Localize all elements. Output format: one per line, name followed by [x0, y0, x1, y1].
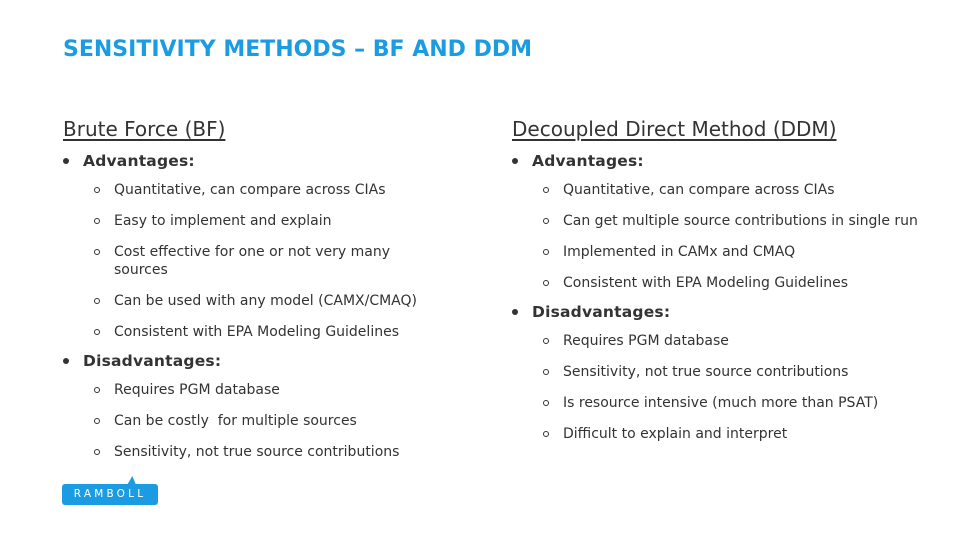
logo-text: RAMBOLL [73, 488, 147, 500]
list-item-text: Can get multiple source contributions in… [563, 213, 918, 229]
section-label-text: Disadvantages: [83, 352, 222, 370]
column-heading: Decoupled Direct Method (DDM) [512, 117, 837, 141]
circle-bullet-icon [94, 187, 100, 193]
list-item-text: Sensitivity, not true source contributio… [114, 444, 400, 460]
circle-bullet-icon [543, 249, 549, 255]
list-item: Quantitative, can compare across CIAs [63, 181, 493, 199]
bullet-icon [512, 309, 518, 315]
list-item-text: Easy to implement and explain [114, 213, 332, 229]
list-item: Requires PGM database [512, 332, 932, 350]
circle-bullet-icon [543, 280, 549, 286]
list-item: Can get multiple source contributions in… [512, 212, 923, 230]
list-item: Implemented in CAMx and CMAQ [512, 243, 932, 261]
list-item: Can be used with any model (CAMX/CMAQ) [63, 292, 493, 310]
section-label-text: Disadvantages: [532, 303, 671, 321]
circle-bullet-icon [543, 431, 549, 437]
circle-bullet-icon [543, 218, 549, 224]
list-item-text: Cost effective for one or not very many … [114, 244, 390, 278]
section-label-disadvantages: Disadvantages: [512, 302, 932, 322]
list-item-text: Can be used with any model (CAMX/CMAQ) [114, 293, 417, 309]
circle-bullet-icon [94, 329, 100, 335]
list-item-text: Consistent with EPA Modeling Guidelines [563, 275, 848, 291]
list-item: Quantitative, can compare across CIAs [512, 181, 932, 199]
list-item-text: Requires PGM database [563, 333, 729, 349]
list-item: Sensitivity, not true source contributio… [63, 443, 493, 461]
circle-bullet-icon [94, 218, 100, 224]
section-label-disadvantages: Disadvantages: [63, 351, 493, 371]
circle-bullet-icon [543, 369, 549, 375]
circle-bullet-icon [94, 449, 100, 455]
list-item-text: Implemented in CAMx and CMAQ [563, 244, 796, 260]
list-item: Is resource intensive (much more than PS… [512, 394, 893, 412]
list-item: Cost effective for one or not very many … [63, 243, 424, 279]
column-ddm: Decoupled Direct Method (DDM) Advantages… [512, 115, 932, 456]
list-item-text: Sensitivity, not true source contributio… [563, 364, 849, 380]
list-item-text: Quantitative, can compare across CIAs [563, 182, 835, 198]
column-brute-force: Brute Force (BF) Advantages: Quantitativ… [63, 115, 493, 474]
list-item: Easy to implement and explain [63, 212, 493, 230]
bullet-icon [63, 158, 69, 164]
section-label-advantages: Advantages: [512, 151, 932, 171]
list-item-text: Difficult to explain and interpret [563, 426, 788, 442]
list-item-text: Consistent with EPA Modeling Guidelines [114, 324, 399, 340]
list-item: Requires PGM database [63, 381, 493, 399]
list-item-text: Is resource intensive (much more than PS… [563, 395, 879, 411]
circle-bullet-icon [94, 298, 100, 304]
list-item: Difficult to explain and interpret [512, 425, 932, 443]
circle-bullet-icon [94, 387, 100, 393]
section-label-advantages: Advantages: [63, 151, 493, 171]
circle-bullet-icon [94, 418, 100, 424]
circle-bullet-icon [543, 400, 549, 406]
list-item: Sensitivity, not true source contributio… [512, 363, 932, 381]
ramboll-logo-icon [127, 476, 141, 484]
list-item: Can be costly for multiple sources [63, 412, 493, 430]
list-item: Consistent with EPA Modeling Guidelines [512, 274, 932, 292]
list-item-text: Can be costly for multiple sources [114, 413, 357, 429]
circle-bullet-icon [543, 338, 549, 344]
circle-bullet-icon [94, 249, 100, 255]
column-heading: Brute Force (BF) [63, 117, 226, 141]
bullet-icon [63, 358, 69, 364]
bullet-icon [512, 158, 518, 164]
list-item: Consistent with EPA Modeling Guidelines [63, 323, 493, 341]
section-label-text: Advantages: [532, 152, 644, 170]
list-item-text: Quantitative, can compare across CIAs [114, 182, 386, 198]
slide-title: SENSITIVITY METHODS – BF AND DDM [63, 37, 533, 62]
circle-bullet-icon [543, 187, 549, 193]
section-label-text: Advantages: [83, 152, 195, 170]
list-item-text: Requires PGM database [114, 382, 280, 398]
ramboll-logo: RAMBOLL [62, 476, 158, 505]
